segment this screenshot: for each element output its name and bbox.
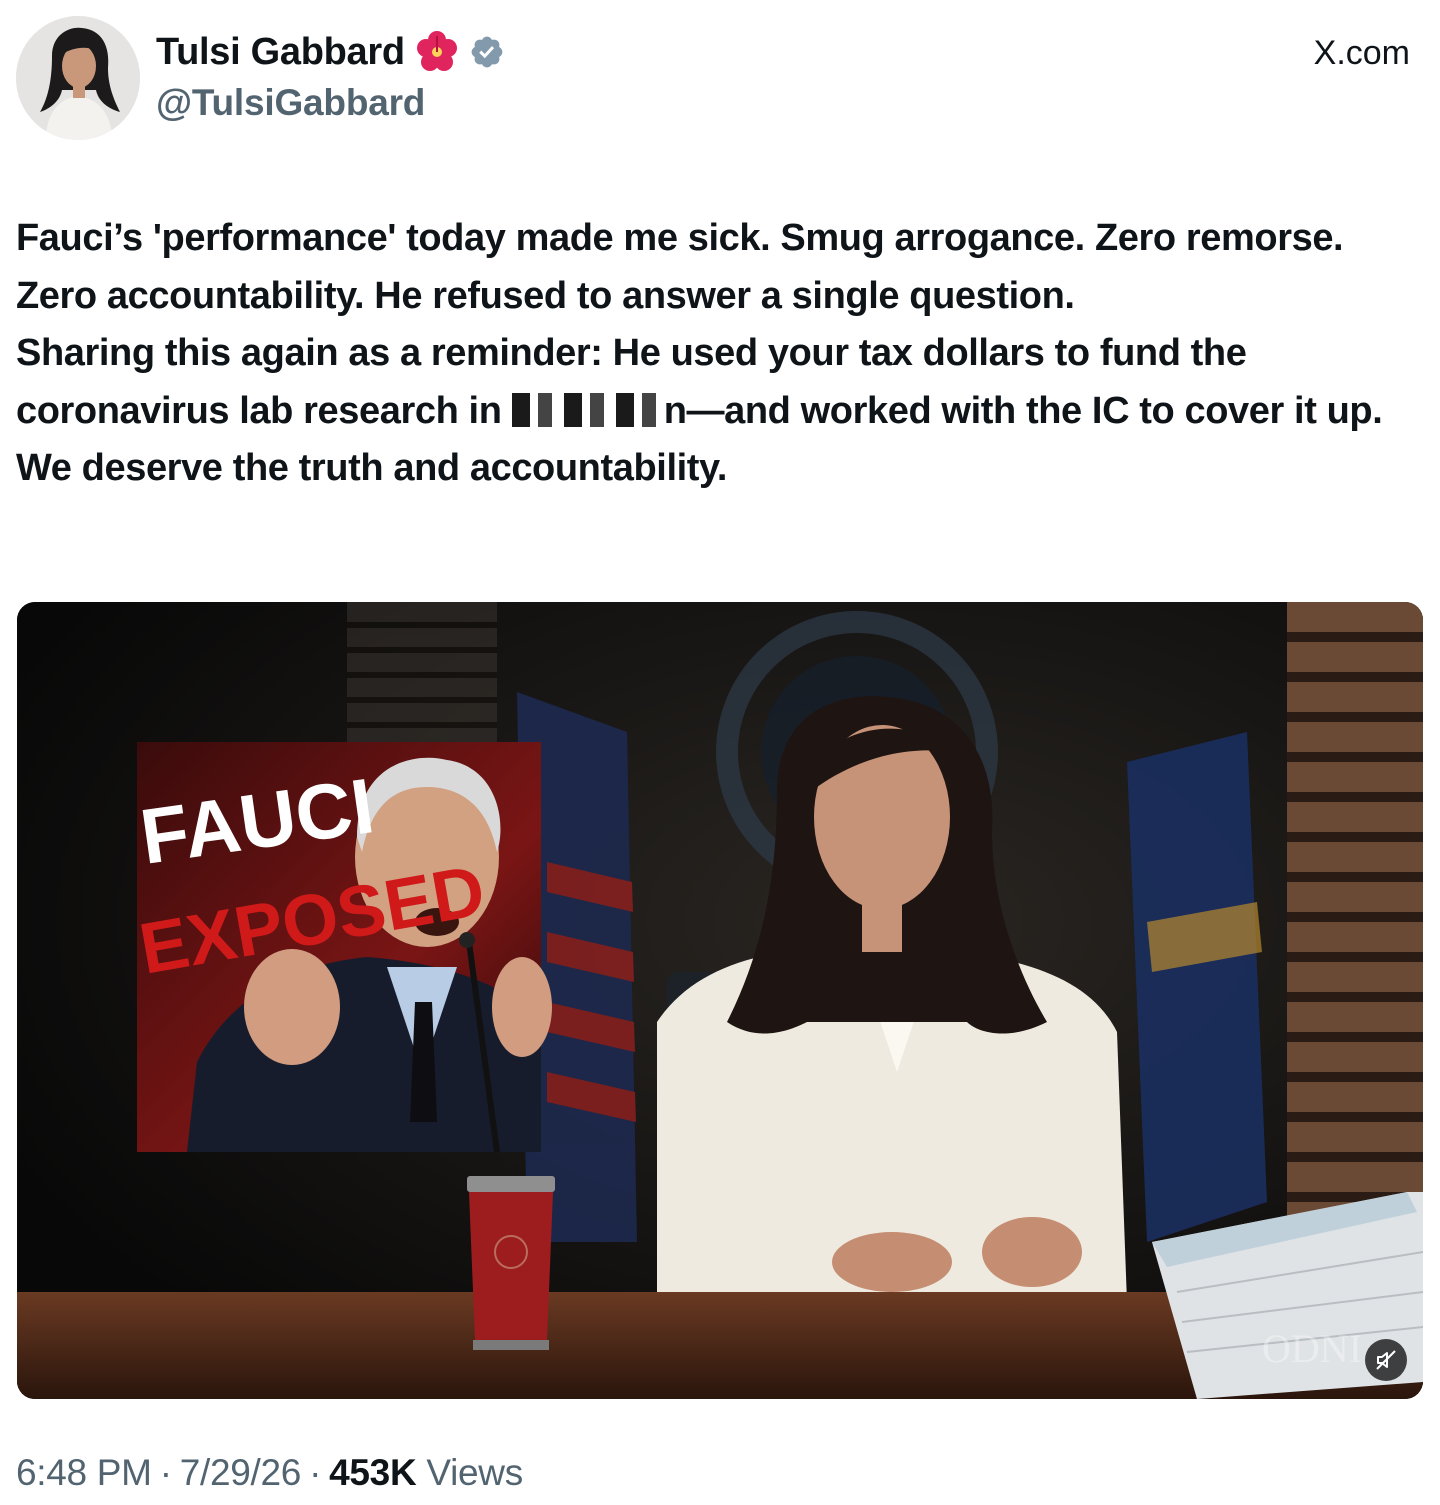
tweet-video[interactable]: ODNI FAUCI EXPOSED <box>17 602 1423 1399</box>
meta-separator: · <box>309 1452 322 1493</box>
tweet-paragraph-2: Sharing this again as a reminder: He use… <box>16 325 1426 498</box>
views-label: Views <box>426 1452 523 1493</box>
redacted-text <box>511 392 664 427</box>
views-count: 453K <box>329 1452 417 1493</box>
tweet-paragraph-1: Fauci’s 'performance' today made me sick… <box>16 217 1344 317</box>
verified-badge-icon <box>469 34 505 70</box>
author-display-name[interactable]: Tulsi Gabbard <box>156 31 405 74</box>
muted-speaker-icon <box>1374 1348 1398 1372</box>
site-label: X.com <box>1313 34 1410 72</box>
watermark-text: ODNI <box>1262 1326 1362 1371</box>
author-handle[interactable]: @TulsiGabbard <box>156 82 425 124</box>
hibiscus-icon <box>415 30 459 74</box>
meta-separator: · <box>159 1452 172 1493</box>
tweet-time[interactable]: 6:48 PM <box>16 1452 152 1494</box>
mute-button[interactable] <box>1365 1339 1407 1381</box>
profile-avatar[interactable] <box>16 16 140 140</box>
avatar-portrait <box>16 16 140 140</box>
author-name-row: Tulsi Gabbard <box>156 30 505 74</box>
tweet-date[interactable]: 7/29/26 <box>180 1452 302 1494</box>
tweet-meta: 6:48 PM · 7/29/26 · 453K Views <box>16 1452 523 1494</box>
video-frame: ODNI FAUCI EXPOSED <box>17 602 1423 1399</box>
tweet-text: Fauci’s 'performance' today made me sick… <box>16 210 1426 498</box>
